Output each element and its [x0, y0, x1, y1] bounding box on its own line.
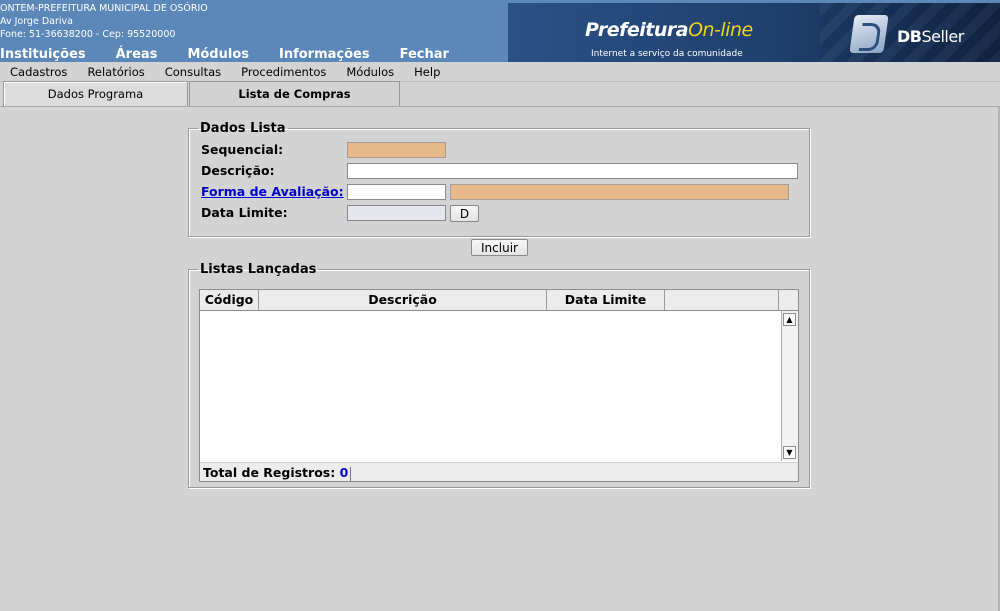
- institution-contact: Fone: 51-36638200 - Cep: 95520000: [0, 29, 176, 40]
- column-header-codigo[interactable]: Código: [200, 290, 259, 310]
- institution-address: Av Jorge Dariva: [0, 16, 73, 27]
- dados-lista-legend: Dados Lista: [200, 121, 286, 136]
- menu-relatorios[interactable]: Relatórios: [77, 65, 154, 79]
- scroll-down-arrow-icon[interactable]: ▼: [783, 446, 796, 459]
- app-header: ONTEM-PREFEITURA MUNICIPAL DE OSÓRIO Av …: [0, 0, 1000, 62]
- prefeitura-logo: PrefeituraOn-line: [585, 19, 753, 41]
- column-header-scroll-spacer: [779, 290, 798, 310]
- menu-procedimentos[interactable]: Procedimentos: [231, 65, 336, 79]
- date-picker-button[interactable]: D: [450, 205, 479, 222]
- column-header-data-limite[interactable]: Data Limite: [547, 290, 665, 310]
- nav-modulos[interactable]: Módulos: [187, 47, 249, 62]
- menu-consultas[interactable]: Consultas: [155, 65, 231, 79]
- incluir-button[interactable]: Incluir: [471, 239, 528, 256]
- descricao-field[interactable]: [347, 163, 798, 179]
- menu-cadastros[interactable]: Cadastros: [0, 65, 77, 79]
- institution-info: ONTEM-PREFEITURA MUNICIPAL DE OSÓRIO Av …: [0, 2, 208, 41]
- logo-online-text: On-line: [688, 19, 753, 41]
- nav-areas[interactable]: Áreas: [116, 47, 158, 62]
- data-limite-field[interactable]: [347, 205, 446, 221]
- vendor-rest-text: Seller: [921, 27, 964, 46]
- header-banner: PrefeituraOn-line Internet a serviço da …: [508, 3, 1000, 62]
- nav-informacoes[interactable]: Informações: [279, 47, 370, 62]
- grid-header: Código Descrição Data Limite: [200, 290, 798, 311]
- footer-divider: [350, 466, 352, 481]
- forma-avaliacao-description-field: [450, 184, 789, 200]
- institution-name: ONTEM-PREFEITURA MUNICIPAL DE OSÓRIO: [0, 3, 208, 14]
- tab-dados-programa[interactable]: Dados Programa: [3, 81, 188, 107]
- tab-content: Dados Lista Sequencial: Descrição: Forma…: [0, 106, 1000, 611]
- sequencial-field[interactable]: [347, 142, 446, 158]
- data-limite-label: Data Limite:: [201, 205, 288, 220]
- grid-footer: Total de Registros: 0: [200, 462, 798, 481]
- sequencial-label: Sequencial:: [201, 142, 284, 157]
- prefeitura-tagline: Internet a serviço da comunidade: [591, 49, 743, 59]
- scroll-up-arrow-icon[interactable]: ▲: [783, 313, 796, 326]
- descricao-label: Descrição:: [201, 163, 275, 178]
- forma-avaliacao-code-field[interactable]: [347, 184, 446, 200]
- grid-scrollbar[interactable]: ▲ ▼: [781, 311, 798, 461]
- dbseller-logo-icon: [849, 15, 889, 53]
- tab-strip: Dados Programa Lista de Compras: [0, 81, 1000, 107]
- listas-lancadas-legend: Listas Lançadas: [200, 262, 317, 277]
- listas-grid: Código Descrição Data Limite ▲ ▼ Total d…: [199, 289, 799, 482]
- menu-help[interactable]: Help: [404, 65, 450, 79]
- dbseller-logo: DBSeller: [897, 27, 964, 46]
- nav-instituicoes[interactable]: Instituições: [0, 47, 86, 62]
- forma-avaliacao-link[interactable]: Forma de Avaliação:: [201, 184, 344, 199]
- main-nav: Instituições Áreas Módulos Informações F…: [0, 47, 479, 62]
- menu-modulos[interactable]: Módulos: [336, 65, 404, 79]
- menu-bar: Cadastros Relatórios Consultas Procedime…: [0, 62, 1000, 82]
- vendor-bold-text: DB: [897, 27, 922, 46]
- column-header-descricao[interactable]: Descrição: [259, 290, 547, 310]
- total-registros-label: Total de Registros:: [203, 465, 336, 480]
- nav-fechar[interactable]: Fechar: [400, 47, 449, 62]
- total-registros-value: 0: [339, 465, 349, 480]
- tab-lista-de-compras[interactable]: Lista de Compras: [189, 81, 400, 106]
- column-header-extra: [665, 290, 779, 310]
- listas-lancadas-fieldset: Listas Lançadas Código Descrição Data Li…: [188, 262, 810, 488]
- logo-main-text: Prefeitura: [585, 19, 689, 41]
